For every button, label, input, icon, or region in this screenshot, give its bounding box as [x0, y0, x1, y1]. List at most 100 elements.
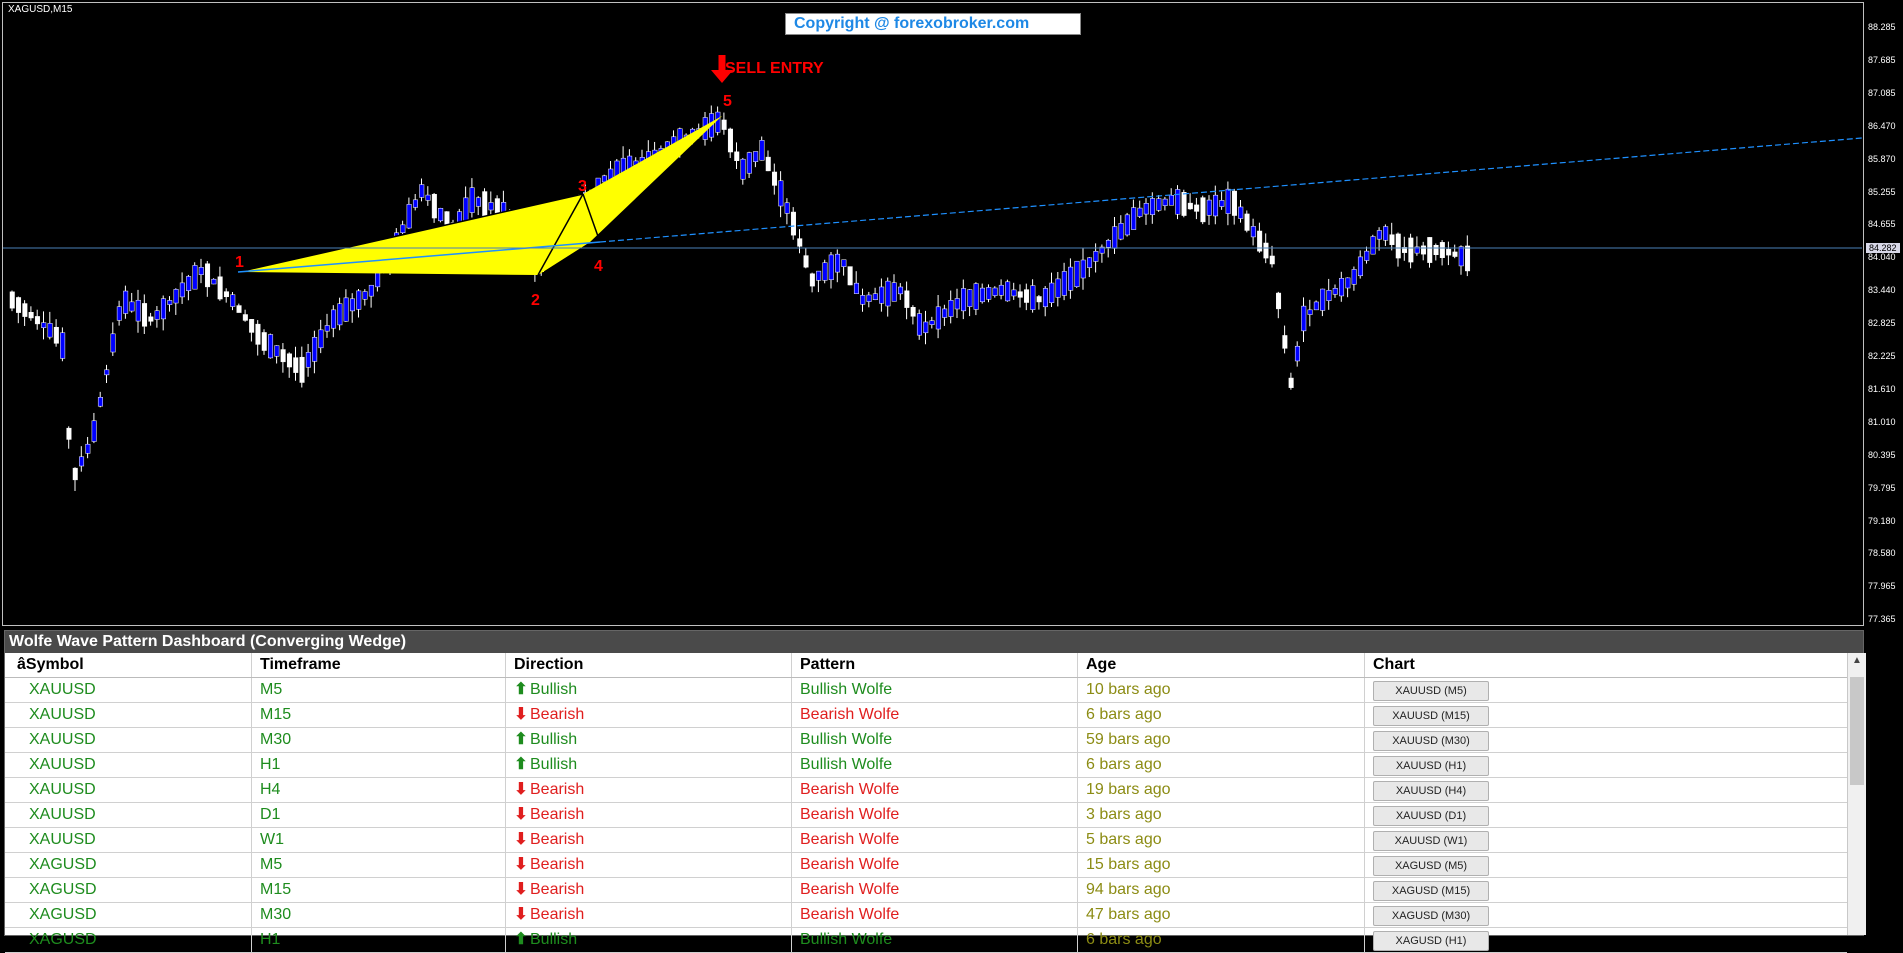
- cell-age: 15 bars ago: [1078, 853, 1365, 877]
- wolfe-wedge-lower: [238, 116, 722, 275]
- direction-label: Bearish: [530, 806, 585, 823]
- table-body: XAUUSD M5 ⬆ Bullish Bullish Wolfe 10 bars ago…: [5, 678, 1847, 953]
- table-row: XAUUSD W1 ⬇ Bearish Bearish Wolfe 5 bars ago X…: [5, 828, 1847, 853]
- cell-age: 3 bars ago: [1078, 803, 1365, 827]
- cell-symbol: XAUUSD: [5, 778, 252, 802]
- open-chart-button[interactable]: XAGUSD (M15): [1373, 881, 1489, 901]
- cell-pattern: Bearish Wolfe: [792, 828, 1078, 852]
- open-chart-button[interactable]: XAGUSD (M30): [1373, 906, 1489, 926]
- header-timeframe[interactable]: Timeframe: [252, 653, 506, 677]
- arrow-up-icon: ⬆: [514, 931, 528, 948]
- header-direction[interactable]: Direction: [506, 653, 792, 677]
- cell-chart: XAUUSD (M15): [1365, 703, 1847, 727]
- open-chart-button[interactable]: XAUUSD (H4): [1373, 781, 1489, 801]
- price-tick: 81.610: [1868, 383, 1896, 394]
- price-tick: 81.010: [1868, 416, 1896, 427]
- cell-pattern: Bearish Wolfe: [792, 778, 1078, 802]
- table-row: XAUUSD M15 ⬇ Bearish Bearish Wolfe 6 bars ago…: [5, 703, 1847, 728]
- dashboard-scrollbar[interactable]: ▲: [1847, 653, 1866, 935]
- price-tick: 84.040: [1868, 252, 1896, 263]
- cell-age: 6 bars ago: [1078, 928, 1365, 952]
- cell-chart: XAGUSD (M5): [1365, 853, 1847, 877]
- open-chart-button[interactable]: XAUUSD (W1): [1373, 831, 1489, 851]
- table-row: XAGUSD M30 ⬇ Bearish Bearish Wolfe 47 bars ag…: [5, 903, 1847, 928]
- scroll-up-icon[interactable]: ▲: [1848, 655, 1866, 671]
- cell-symbol: XAGUSD: [5, 853, 252, 877]
- price-tick: 88.285: [1868, 22, 1896, 32]
- price-tick: 83.440: [1868, 285, 1896, 296]
- cell-chart: XAUUSD (H1): [1365, 753, 1847, 777]
- open-chart-button[interactable]: XAUUSD (H1): [1373, 756, 1489, 776]
- cell-age: 6 bars ago: [1078, 703, 1365, 727]
- open-chart-button[interactable]: XAGUSD (H1): [1373, 931, 1489, 951]
- open-chart-button[interactable]: XAUUSD (M30): [1373, 731, 1489, 751]
- price-tick: 80.395: [1868, 449, 1896, 460]
- wave-point-2: 2: [531, 292, 540, 309]
- current-price-marker: 84.282: [1866, 243, 1900, 253]
- cell-symbol: XAUUSD: [5, 728, 252, 752]
- cell-timeframe: H1: [252, 753, 506, 777]
- wolfe-wave-overlay: SELL ENTRY 1 2 3 4 5: [3, 55, 1863, 309]
- wave-point-4: 4: [594, 258, 603, 275]
- cell-direction: ⬆ Bullish: [506, 728, 792, 752]
- header-chart[interactable]: Chart: [1365, 653, 1847, 677]
- open-chart-button[interactable]: XAUUSD (M15): [1373, 706, 1489, 726]
- cell-chart: XAUUSD (M5): [1365, 678, 1847, 702]
- cell-timeframe: D1: [252, 803, 506, 827]
- cell-symbol: XAGUSD: [5, 928, 252, 952]
- cell-direction: ⬆ Bullish: [506, 928, 792, 952]
- cell-age: 94 bars ago: [1078, 878, 1365, 902]
- cell-pattern: Bearish Wolfe: [792, 803, 1078, 827]
- open-chart-button[interactable]: XAUUSD (M5): [1373, 681, 1489, 701]
- cell-symbol: XAGUSD: [5, 878, 252, 902]
- cell-pattern: Bearish Wolfe: [792, 903, 1078, 927]
- open-chart-button[interactable]: XAUUSD (D1): [1373, 806, 1489, 826]
- cell-direction: ⬇ Bearish: [506, 903, 792, 927]
- cell-chart: XAGUSD (H1): [1365, 928, 1847, 952]
- cell-pattern: Bearish Wolfe: [792, 853, 1078, 877]
- cell-timeframe: M30: [252, 903, 506, 927]
- price-axis: 88.285 87.685 87.085 86.470 85.870 85.255 84.6…: [1864, 0, 1903, 630]
- direction-label: Bearish: [530, 906, 585, 923]
- cell-symbol: XAUUSD: [5, 753, 252, 777]
- price-tick: 85.255: [1868, 186, 1896, 197]
- table-row: XAGUSD H1 ⬆ Bullish Bullish Wolfe 6 bars ago X…: [5, 928, 1847, 953]
- price-tick: 77.965: [1868, 581, 1896, 592]
- arrow-up-icon: ⬆: [514, 756, 528, 773]
- cell-direction: ⬆ Bullish: [506, 753, 792, 777]
- cell-pattern: Bearish Wolfe: [792, 878, 1078, 902]
- cell-direction: ⬇ Bearish: [506, 853, 792, 877]
- scroll-thumb[interactable]: [1850, 677, 1864, 785]
- arrow-down-icon: ⬇: [514, 781, 528, 798]
- cell-age: 59 bars ago: [1078, 728, 1365, 752]
- cell-chart: XAUUSD (M30): [1365, 728, 1847, 752]
- table-row: XAGUSD M5 ⬇ Bearish Bearish Wolfe 15 bars ago…: [5, 853, 1847, 878]
- header-symbol[interactable]: âSymbol: [5, 653, 252, 677]
- cell-age: 19 bars ago: [1078, 778, 1365, 802]
- open-chart-button[interactable]: XAGUSD (M5): [1373, 856, 1489, 876]
- dashboard-title: Wolfe Wave Pattern Dashboard (Converging…: [5, 631, 1863, 653]
- cell-pattern: Bullish Wolfe: [792, 728, 1078, 752]
- arrow-down-icon: ⬇: [514, 856, 528, 873]
- cell-symbol: XAUUSD: [5, 803, 252, 827]
- price-chart[interactable]: XAGUSD,M15 Copyright @ forexobroker.com …: [0, 0, 1903, 630]
- direction-label: Bearish: [530, 856, 585, 873]
- wolfe-target-line: [599, 137, 1863, 243]
- header-age[interactable]: Age: [1078, 653, 1365, 677]
- cell-age: 10 bars ago: [1078, 678, 1365, 702]
- sell-entry-label: SELL ENTRY: [725, 60, 824, 77]
- direction-label: Bullish: [530, 931, 578, 948]
- cell-timeframe: H4: [252, 778, 506, 802]
- cell-chart: XAUUSD (D1): [1365, 803, 1847, 827]
- header-pattern[interactable]: Pattern: [792, 653, 1078, 677]
- arrow-down-icon: ⬇: [514, 706, 528, 723]
- cell-chart: XAGUSD (M30): [1365, 903, 1847, 927]
- cell-symbol: XAUUSD: [5, 703, 252, 727]
- cell-pattern: Bearish Wolfe: [792, 703, 1078, 727]
- cell-pattern: Bullish Wolfe: [792, 928, 1078, 952]
- direction-label: Bullish: [530, 681, 578, 698]
- arrow-down-icon: ⬇: [514, 806, 528, 823]
- cell-direction: ⬇ Bearish: [506, 803, 792, 827]
- cell-timeframe: W1: [252, 828, 506, 852]
- cell-timeframe: M15: [252, 703, 506, 727]
